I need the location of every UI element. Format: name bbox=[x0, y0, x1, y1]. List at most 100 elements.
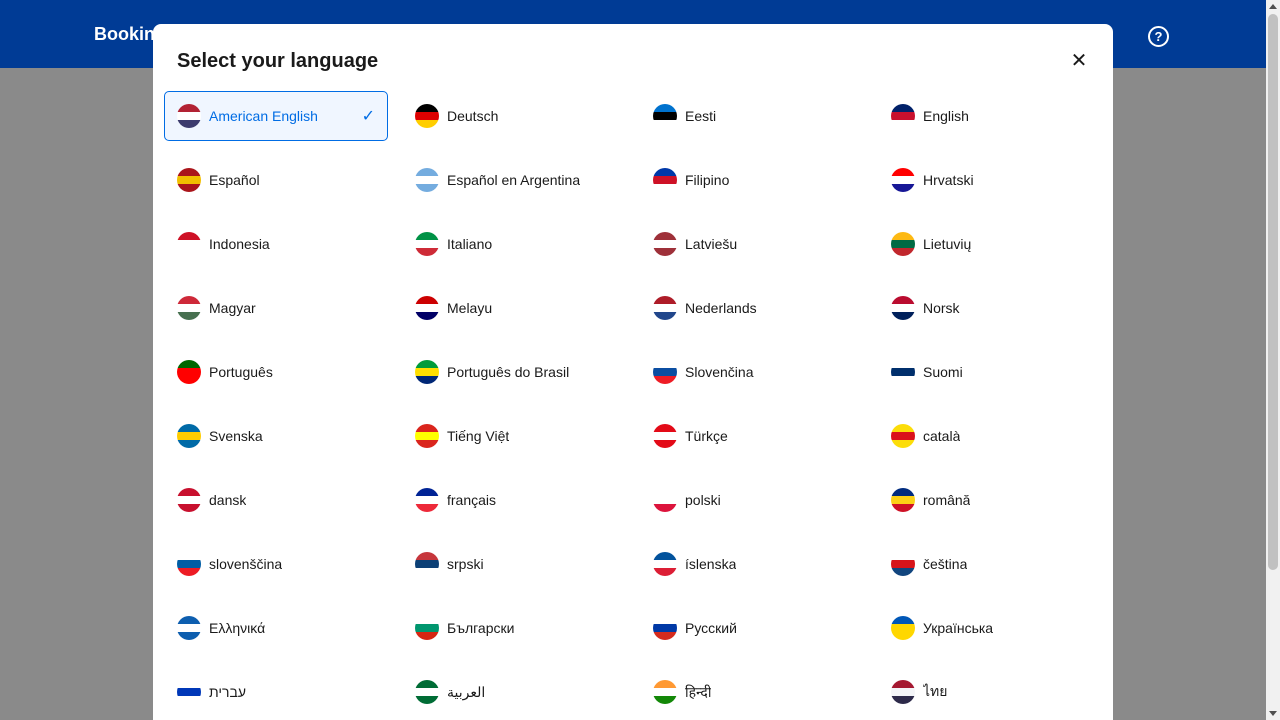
flag-icon bbox=[891, 552, 915, 576]
flag-icon bbox=[653, 424, 677, 448]
flag-icon bbox=[891, 296, 915, 320]
close-button[interactable]: ✕ bbox=[1063, 44, 1095, 76]
language-label: Español en Argentina bbox=[447, 172, 581, 188]
language-option[interactable]: Lietuvių bbox=[879, 220, 1101, 268]
language-label: dansk bbox=[209, 492, 247, 508]
language-option[interactable]: Nederlands bbox=[641, 284, 863, 332]
language-option[interactable]: Norsk bbox=[879, 284, 1101, 332]
language-grid: American English ✓ Deutsch Eesti English Espa… bbox=[164, 91, 1101, 716]
language-option[interactable]: polski bbox=[641, 476, 863, 524]
language-option[interactable]: Indonesia bbox=[165, 220, 387, 268]
language-option[interactable]: srpski bbox=[403, 540, 625, 588]
language-option[interactable]: dansk bbox=[165, 476, 387, 524]
language-label: Lietuvių bbox=[923, 236, 972, 252]
language-option[interactable]: Español en Argentina bbox=[403, 156, 625, 204]
language-label: slovenščina bbox=[209, 556, 283, 572]
flag-icon bbox=[415, 360, 439, 384]
language-option[interactable]: English bbox=[879, 92, 1101, 140]
scroll-down-icon[interactable] bbox=[1269, 711, 1277, 716]
language-label: Español bbox=[209, 172, 260, 188]
language-option[interactable]: Tiếng Việt bbox=[403, 412, 625, 460]
language-option[interactable]: íslenska bbox=[641, 540, 863, 588]
language-option[interactable]: العربية bbox=[403, 668, 625, 716]
language-label: Български bbox=[447, 620, 515, 636]
language-option[interactable]: Українська bbox=[879, 604, 1101, 652]
language-label: Norsk bbox=[923, 300, 960, 316]
flag-icon bbox=[415, 552, 439, 576]
language-option[interactable]: Magyar bbox=[165, 284, 387, 332]
flag-icon bbox=[891, 104, 915, 128]
language-option[interactable]: Suomi bbox=[879, 348, 1101, 396]
language-option[interactable]: Slovenčina bbox=[641, 348, 863, 396]
language-option[interactable]: català bbox=[879, 412, 1101, 460]
flag-icon bbox=[415, 296, 439, 320]
language-option[interactable]: Filipino bbox=[641, 156, 863, 204]
language-option[interactable]: Italiano bbox=[403, 220, 625, 268]
help-icon[interactable]: ? bbox=[1148, 26, 1169, 47]
language-option[interactable]: Ελληνικά bbox=[165, 604, 387, 652]
flag-icon bbox=[415, 488, 439, 512]
language-label: română bbox=[923, 492, 971, 508]
language-option[interactable]: ไทย bbox=[879, 668, 1101, 716]
flag-icon bbox=[415, 424, 439, 448]
language-label: čeština bbox=[923, 556, 968, 572]
flag-icon bbox=[653, 296, 677, 320]
language-option[interactable]: Español bbox=[165, 156, 387, 204]
scrollbar-thumb[interactable] bbox=[1268, 14, 1278, 570]
flag-icon bbox=[653, 616, 677, 640]
language-label: polski bbox=[685, 492, 721, 508]
language-option[interactable]: Eesti bbox=[641, 92, 863, 140]
flag-icon bbox=[891, 488, 915, 512]
language-label: Hrvatski bbox=[923, 172, 974, 188]
flag-icon bbox=[891, 424, 915, 448]
language-option[interactable]: Português bbox=[165, 348, 387, 396]
page-scrollbar[interactable] bbox=[1266, 0, 1280, 720]
flag-icon bbox=[653, 232, 677, 256]
flag-icon bbox=[177, 616, 201, 640]
flag-icon bbox=[415, 104, 439, 128]
language-label: American English bbox=[209, 108, 318, 124]
language-option[interactable]: Melayu bbox=[403, 284, 625, 332]
language-label: Magyar bbox=[209, 300, 256, 316]
language-option[interactable]: română bbox=[879, 476, 1101, 524]
flag-icon bbox=[415, 680, 439, 704]
language-label: हिन्दी bbox=[685, 683, 712, 700]
language-option[interactable]: हिन्दी bbox=[641, 668, 863, 716]
flag-icon bbox=[415, 616, 439, 640]
language-label: Suomi bbox=[923, 364, 963, 380]
flag-icon bbox=[177, 424, 201, 448]
language-label: Indonesia bbox=[209, 236, 270, 252]
language-option[interactable]: Hrvatski bbox=[879, 156, 1101, 204]
flag-icon bbox=[891, 616, 915, 640]
language-option[interactable]: Svenska bbox=[165, 412, 387, 460]
language-label: íslenska bbox=[685, 556, 737, 572]
flag-icon bbox=[415, 168, 439, 192]
flag-icon bbox=[415, 232, 439, 256]
modal-title: Select your language bbox=[177, 50, 379, 72]
scroll-up-icon[interactable] bbox=[1269, 4, 1277, 9]
language-option[interactable]: slovenščina bbox=[165, 540, 387, 588]
language-label: français bbox=[447, 492, 497, 508]
flag-icon bbox=[177, 680, 201, 704]
language-option[interactable]: Português do Brasil bbox=[403, 348, 625, 396]
language-option[interactable]: Deutsch bbox=[403, 92, 625, 140]
language-option[interactable]: עברית bbox=[165, 668, 387, 716]
flag-icon bbox=[653, 552, 677, 576]
language-option[interactable]: American English ✓ bbox=[164, 91, 388, 141]
flag-icon bbox=[653, 360, 677, 384]
language-label: Nederlands bbox=[685, 300, 757, 316]
language-option[interactable]: Türkçe bbox=[641, 412, 863, 460]
language-label: Ελληνικά bbox=[209, 620, 266, 636]
flag-icon bbox=[177, 552, 201, 576]
language-label: Português do Brasil bbox=[447, 364, 570, 380]
language-option[interactable]: čeština bbox=[879, 540, 1101, 588]
checkmark-icon: ✓ bbox=[361, 108, 375, 125]
flag-icon bbox=[177, 360, 201, 384]
flag-icon bbox=[177, 168, 201, 192]
language-option[interactable]: Български bbox=[403, 604, 625, 652]
language-option[interactable]: français bbox=[403, 476, 625, 524]
language-option[interactable]: Русский bbox=[641, 604, 863, 652]
language-option[interactable]: Latviešu bbox=[641, 220, 863, 268]
language-label: català bbox=[923, 428, 961, 444]
flag-icon bbox=[891, 680, 915, 704]
